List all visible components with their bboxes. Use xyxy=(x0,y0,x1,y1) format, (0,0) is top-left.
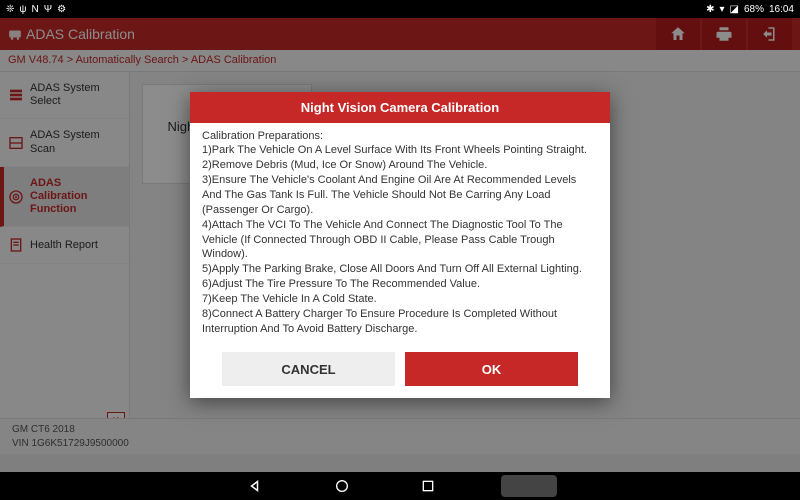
wifi-icon: ▾ xyxy=(719,4,724,15)
usb-icon: Ψ xyxy=(44,4,52,15)
modal-overlay: Night Vision Camera Calibration Calibrat… xyxy=(0,18,800,472)
n-icon: N xyxy=(32,4,39,15)
dialog-step-3: 3)Ensure The Vehicle's Coolant And Engin… xyxy=(202,173,598,218)
phi-icon: ψ xyxy=(19,4,26,15)
bluetooth-icon: ✱ xyxy=(706,4,714,15)
android-statusbar: ❊ ψ N Ψ ⚙ ✱ ▾ ◪ 68% 16:04 xyxy=(0,0,800,18)
dialog-title: Night Vision Camera Calibration xyxy=(190,92,610,123)
dialog-step-1: 1)Park The Vehicle On A Level Surface Wi… xyxy=(202,143,598,158)
nav-screenshot-button[interactable] xyxy=(501,475,557,497)
clock: 16:04 xyxy=(769,4,794,15)
battery-icon: ◪ xyxy=(730,4,739,15)
dialog-step-4: 4)Attach The VCI To The Vehicle And Conn… xyxy=(202,218,598,263)
dialog-step-6: 6)Adjust The Tire Pressure To The Recomm… xyxy=(202,277,598,292)
calibration-dialog: Night Vision Camera Calibration Calibrat… xyxy=(190,92,610,399)
ok-button[interactable]: OK xyxy=(405,352,578,386)
dialog-step-2: 2)Remove Debris (Mud, Ice Or Snow) Aroun… xyxy=(202,158,598,173)
dialog-body-heading: Calibration Preparations: xyxy=(202,129,598,144)
gear-icon: ⚙ xyxy=(57,4,66,15)
dialog-step-8: 8)Connect A Battery Charger To Ensure Pr… xyxy=(202,307,598,337)
dialog-step-5: 5)Apply The Parking Brake, Close All Doo… xyxy=(202,262,598,277)
nav-home-button[interactable] xyxy=(329,475,355,497)
compass-icon: ❊ xyxy=(6,4,14,15)
cancel-button[interactable]: CANCEL xyxy=(222,352,395,386)
battery-percent: 68% xyxy=(744,4,764,15)
nav-recent-button[interactable] xyxy=(415,475,441,497)
nav-back-button[interactable] xyxy=(243,475,269,497)
dialog-button-row: CANCEL OK xyxy=(190,346,610,398)
dialog-step-7: 7)Keep The Vehicle In A Cold State. xyxy=(202,292,598,307)
dialog-body: Calibration Preparations: 1)Park The Veh… xyxy=(190,123,610,347)
android-navbar xyxy=(0,472,800,500)
